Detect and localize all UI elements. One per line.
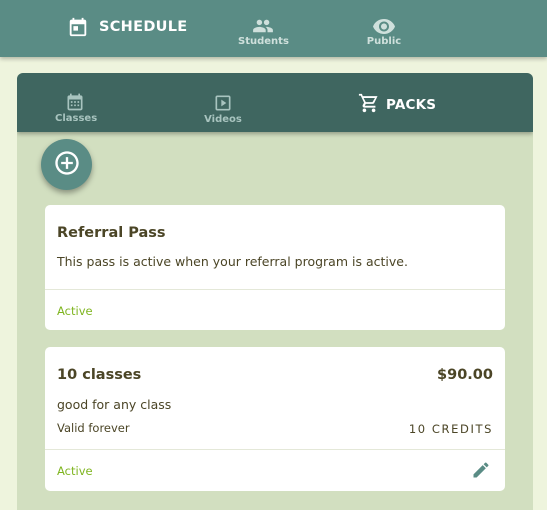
packs-panel: Classes Videos PACKS Referral Pass This … [17, 73, 533, 510]
calendar-icon [67, 16, 89, 38]
cart-icon [358, 92, 380, 118]
tab-videos[interactable]: Videos [203, 93, 243, 125]
section-tabs: Classes Videos PACKS [17, 73, 533, 132]
eye-icon [362, 17, 406, 35]
pack-card[interactable]: Referral Pass This pass is active when y… [45, 205, 505, 330]
pencil-icon [471, 462, 491, 484]
nav-public-label: Public [366, 36, 402, 47]
add-pack-button[interactable] [41, 139, 92, 190]
divider [45, 289, 505, 290]
pack-title: 10 classes [57, 367, 142, 383]
nav-schedule-label: SCHEDULE [99, 19, 188, 35]
pack-price: $90.00 [437, 367, 493, 383]
status-badge: Active [57, 304, 93, 318]
tab-classes-label: Classes [55, 113, 98, 124]
edit-pack-button[interactable] [471, 460, 491, 480]
pack-credits: 10 CREDITS [408, 422, 493, 436]
pack-validity: Valid forever [57, 421, 130, 435]
nav-students-label: Students [238, 36, 289, 47]
top-navigation: SCHEDULE Students Public [0, 0, 547, 57]
add-circle-icon [53, 149, 81, 181]
nav-students[interactable]: Students [238, 17, 289, 47]
tab-classes[interactable]: Classes [55, 92, 98, 124]
people-icon [238, 17, 288, 35]
status-badge: Active [57, 464, 93, 478]
pack-card[interactable]: 10 classes $90.00 good for any class Val… [45, 347, 505, 491]
divider [45, 449, 505, 450]
tab-videos-label: Videos [204, 114, 242, 125]
pack-description: good for any class [57, 397, 172, 412]
nav-public[interactable]: Public [362, 17, 406, 47]
play-icon [203, 93, 243, 113]
pack-description: This pass is active when your referral p… [57, 254, 408, 269]
calendar-icon [55, 92, 95, 112]
tab-packs[interactable]: PACKS [358, 92, 436, 118]
nav-schedule[interactable]: SCHEDULE [67, 14, 187, 40]
tab-packs-label: PACKS [386, 97, 437, 113]
pack-title: Referral Pass [57, 225, 166, 241]
